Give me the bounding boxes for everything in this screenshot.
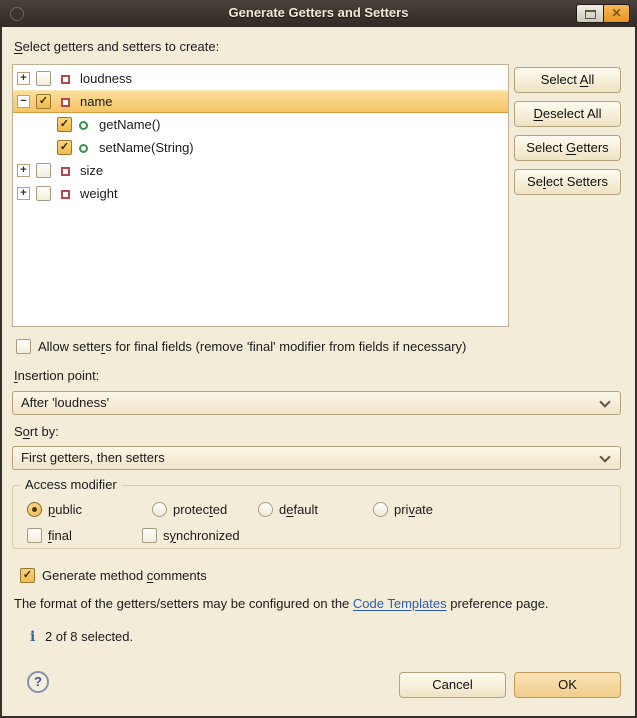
deselect-all-button[interactable]: Deselect All: [514, 101, 621, 127]
dropdown-value: After 'loudness': [21, 395, 109, 410]
chevron-down-icon: [599, 451, 610, 462]
tree-item-label: name: [80, 90, 113, 113]
sort-by-dropdown[interactable]: First getters, then setters: [12, 446, 621, 470]
collapse-icon[interactable]: −: [17, 95, 30, 108]
tree-item-label: setName(String): [99, 136, 194, 159]
access-modifier-legend: Access modifier: [20, 477, 122, 493]
code-templates-link[interactable]: Code Templates: [353, 596, 447, 611]
checkbox[interactable]: ✓: [36, 94, 51, 109]
status-line: i 2 of 8 selected.: [30, 629, 133, 645]
checkbox[interactable]: ✓: [16, 339, 31, 354]
status-text: 2 of 8 selected.: [45, 629, 133, 644]
method-icon: [79, 144, 88, 153]
tree-row-setname[interactable]: ✓ setName(String): [13, 136, 508, 159]
checkbox[interactable]: ✓: [142, 528, 157, 543]
expand-icon[interactable]: +: [17, 72, 30, 85]
sort-by-label: Sort by:: [14, 424, 59, 440]
select-getters-button[interactable]: Select Getters: [514, 135, 621, 161]
allow-setters-label: Allow setters for final fields (remove '…: [38, 339, 466, 355]
tree-label: Select getters and setters to create:: [14, 39, 219, 55]
tree-item-label: getName(): [99, 113, 160, 136]
maximize-button[interactable]: [576, 4, 603, 23]
question-icon: ?: [34, 674, 42, 689]
help-button[interactable]: ?: [27, 671, 49, 693]
radio-icon[interactable]: [152, 502, 167, 517]
ok-button[interactable]: OK: [514, 672, 621, 698]
select-all-button[interactable]: Select All: [514, 67, 621, 93]
dialog-content: Select getters and setters to create: + …: [2, 27, 635, 716]
checkbox[interactable]: ✓: [27, 528, 42, 543]
radio-icon[interactable]: [258, 502, 273, 517]
field-icon: [61, 98, 70, 107]
select-setters-button[interactable]: Select Setters: [514, 169, 621, 195]
expand-icon[interactable]: +: [17, 164, 30, 177]
cancel-button[interactable]: Cancel: [399, 672, 506, 698]
generate-getters-setters-dialog: Generate Getters and Setters ✕ Select ge…: [0, 0, 637, 718]
getter-setter-tree: + ✓ loudness − ✓ name ✓ getName() ✓ setN…: [12, 64, 509, 327]
info-icon: i: [30, 629, 35, 645]
checkbox[interactable]: ✓: [36, 186, 51, 201]
tree-item-label: weight: [80, 182, 118, 205]
field-icon: [61, 190, 70, 199]
tree-row-size[interactable]: + ✓ size: [13, 159, 508, 182]
radio-icon[interactable]: [27, 502, 42, 517]
field-icon: [61, 167, 70, 176]
checkbox[interactable]: ✓: [36, 163, 51, 178]
insertion-point-dropdown[interactable]: After 'loudness': [12, 391, 621, 415]
tree-row-weight[interactable]: + ✓ weight: [13, 182, 508, 205]
close-button[interactable]: ✕: [603, 4, 630, 23]
dropdown-value: First getters, then setters: [21, 450, 165, 465]
format-note: The format of the getters/setters may be…: [14, 596, 549, 612]
insertion-point-label: Insertion point:: [14, 368, 99, 384]
tree-row-loudness[interactable]: + ✓ loudness: [13, 67, 508, 90]
expand-icon[interactable]: +: [17, 187, 30, 200]
checkbox[interactable]: ✓: [57, 117, 72, 132]
tree-item-label: loudness: [80, 67, 132, 90]
field-icon: [61, 75, 70, 84]
checkbox[interactable]: ✓: [36, 71, 51, 86]
window-title: Generate Getters and Setters: [70, 5, 567, 20]
window-menu-icon[interactable]: [10, 7, 24, 21]
window-controls: ✕: [576, 4, 630, 23]
checkbox[interactable]: ✓: [57, 140, 72, 155]
radio-icon[interactable]: [373, 502, 388, 517]
method-icon: [79, 121, 88, 130]
tree-row-name[interactable]: − ✓ name: [13, 90, 508, 113]
tree-row-getname[interactable]: ✓ getName(): [13, 113, 508, 136]
maximize-icon: [585, 10, 596, 19]
chevron-down-icon: [599, 396, 610, 407]
titlebar: Generate Getters and Setters ✕: [0, 0, 637, 27]
checkbox[interactable]: ✓: [20, 568, 35, 583]
close-icon: ✕: [611, 6, 621, 20]
tree-item-label: size: [80, 159, 103, 182]
